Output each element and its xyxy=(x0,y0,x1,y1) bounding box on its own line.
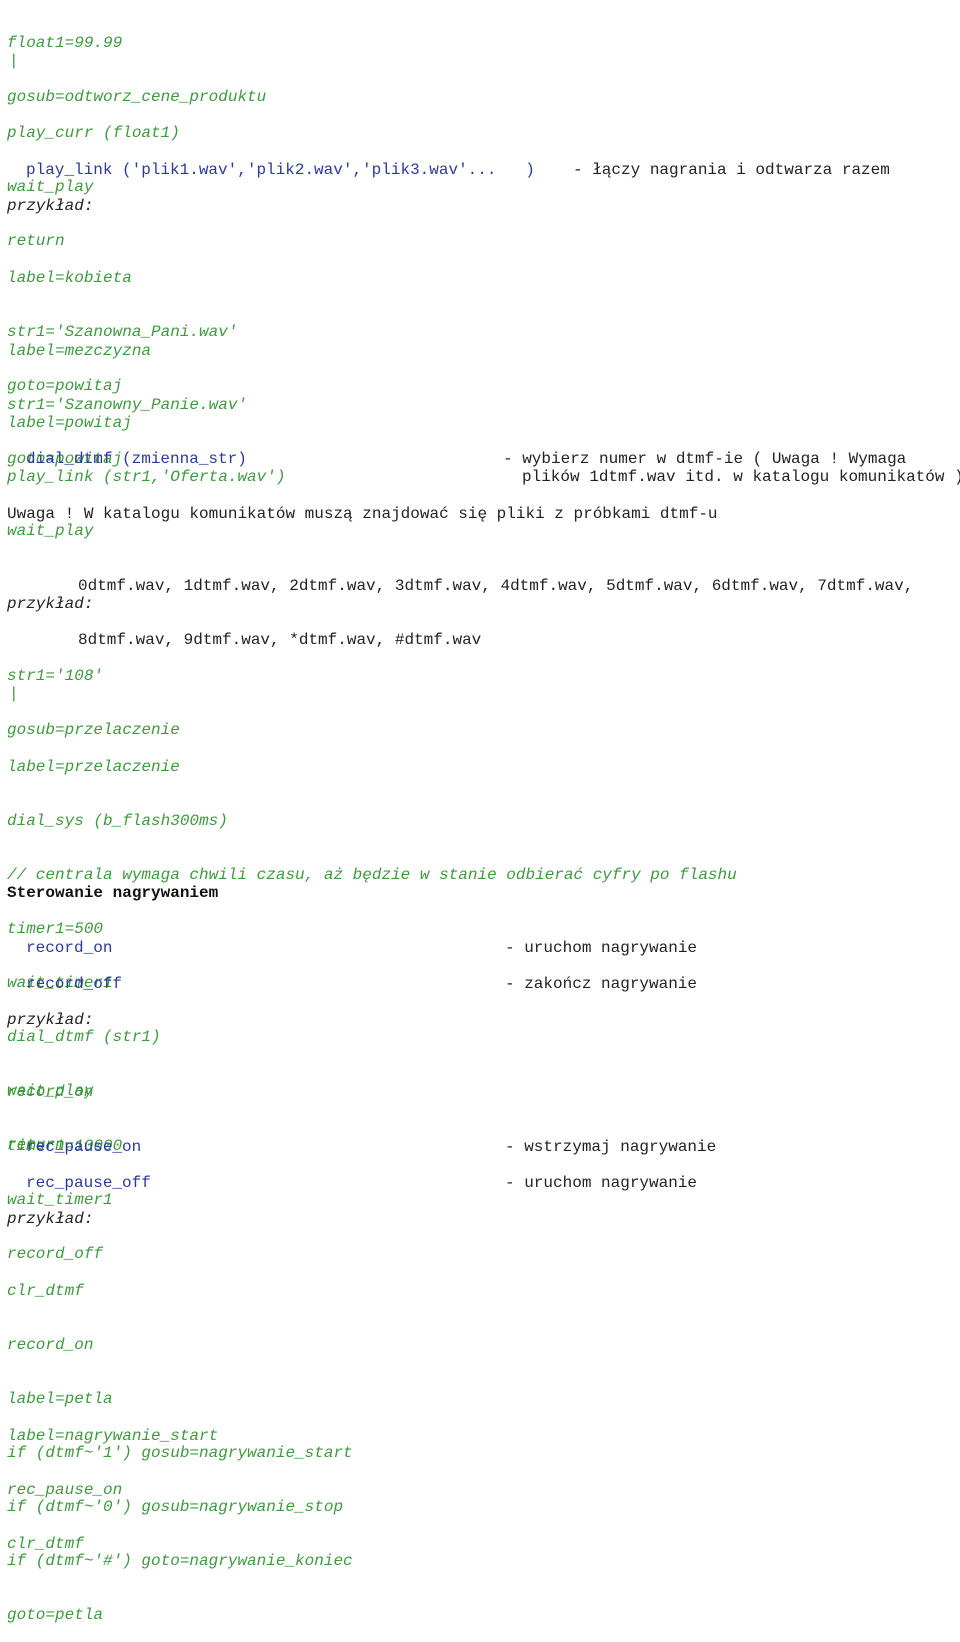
ellipsis-marker: | xyxy=(9,52,19,70)
code-line: wait_play xyxy=(7,522,94,540)
command-record-off: record_off xyxy=(26,975,123,993)
command-rec-pause-on: rec_pause_on xyxy=(26,1138,142,1156)
ellipsis-marker: | xyxy=(9,685,19,703)
code-line: label=nagrywanie_start xyxy=(7,1427,219,1445)
file-list-line: 8dtmf.wav, 9dtmf.wav, *dtmf.wav, #dtmf.w… xyxy=(78,631,482,649)
code-block: label=nagrywanie_start rec_pause_on clr_… xyxy=(7,1391,218,1571)
code-line: goto=petla xyxy=(7,1606,104,1624)
command-dial-dtmf: dial_dtmf (zmienna_str) xyxy=(26,450,247,468)
code-block: label=powitaj play_link (str1,'Oferta.wa… xyxy=(7,378,285,558)
code-line: float1=99.99 xyxy=(7,34,123,52)
command-play-link: play_link ('plik1.wav','plik2.wav','plik… xyxy=(26,161,535,179)
command-record-on: record_on xyxy=(26,939,113,957)
code-line: wait_timer1 xyxy=(7,1191,113,1209)
code-line: timer1=500 xyxy=(7,920,104,938)
file-list-line: 0dtmf.wav, 1dtmf.wav, 2dtmf.wav, 3dtmf.w… xyxy=(78,577,914,595)
code-line: clr_dtmf xyxy=(7,1282,84,1300)
example-label: przykład: xyxy=(7,595,94,613)
section-title: Sterowanie nagrywaniem xyxy=(7,884,219,902)
code-line: dial_sys (b_flash300ms) xyxy=(7,812,228,830)
command-description: - zakończ nagrywanie xyxy=(505,975,698,993)
command-description: - łączy nagrania i odtwarza razem xyxy=(573,161,890,179)
code-comment: // centrala wymaga chwili czasu, aż będz… xyxy=(7,866,737,884)
file-list: 0dtmf.wav, 1dtmf.wav, 2dtmf.wav, 3dtmf.w… xyxy=(78,541,913,667)
code-line: str1='108' xyxy=(7,667,104,685)
code-line: label=mezczyzna xyxy=(7,342,152,360)
command-description: plików 1dtmf.wav itd. w katalogu komunik… xyxy=(522,468,960,486)
command-description: - wstrzymaj nagrywanie xyxy=(505,1138,717,1156)
example-label: przykład: xyxy=(7,1210,94,1228)
code-line: label=przelaczenie xyxy=(7,758,180,776)
code-line: clr_dtmf xyxy=(7,1535,84,1553)
code-line: label=kobieta xyxy=(7,269,132,287)
code-line: rec_pause_on xyxy=(7,1481,123,1499)
command-description: - uruchom nagrywanie xyxy=(505,1174,698,1192)
code-line: dial_dtmf (str1) xyxy=(7,1028,161,1046)
code-line: play_curr (float1) xyxy=(7,124,180,142)
code-line: play_link (str1,'Oferta.wav') xyxy=(7,468,286,486)
command-description: - wybierz numer w dtmf-ie ( Uwaga ! Wyma… xyxy=(503,450,907,468)
example-label: przykład: xyxy=(7,197,94,215)
command-rec-pause-off: rec_pause_off xyxy=(26,1174,151,1192)
code-line: record_on xyxy=(7,1336,94,1354)
note-text: Uwaga ! W katalogu komunikatów muszą zna… xyxy=(7,505,718,523)
code-line: record_on xyxy=(7,1083,94,1101)
example-label: przykład: xyxy=(7,1011,94,1029)
command-description: - uruchom nagrywanie xyxy=(505,939,698,957)
code-line: wait_play xyxy=(7,178,94,196)
code-line: label=powitaj xyxy=(7,414,132,432)
